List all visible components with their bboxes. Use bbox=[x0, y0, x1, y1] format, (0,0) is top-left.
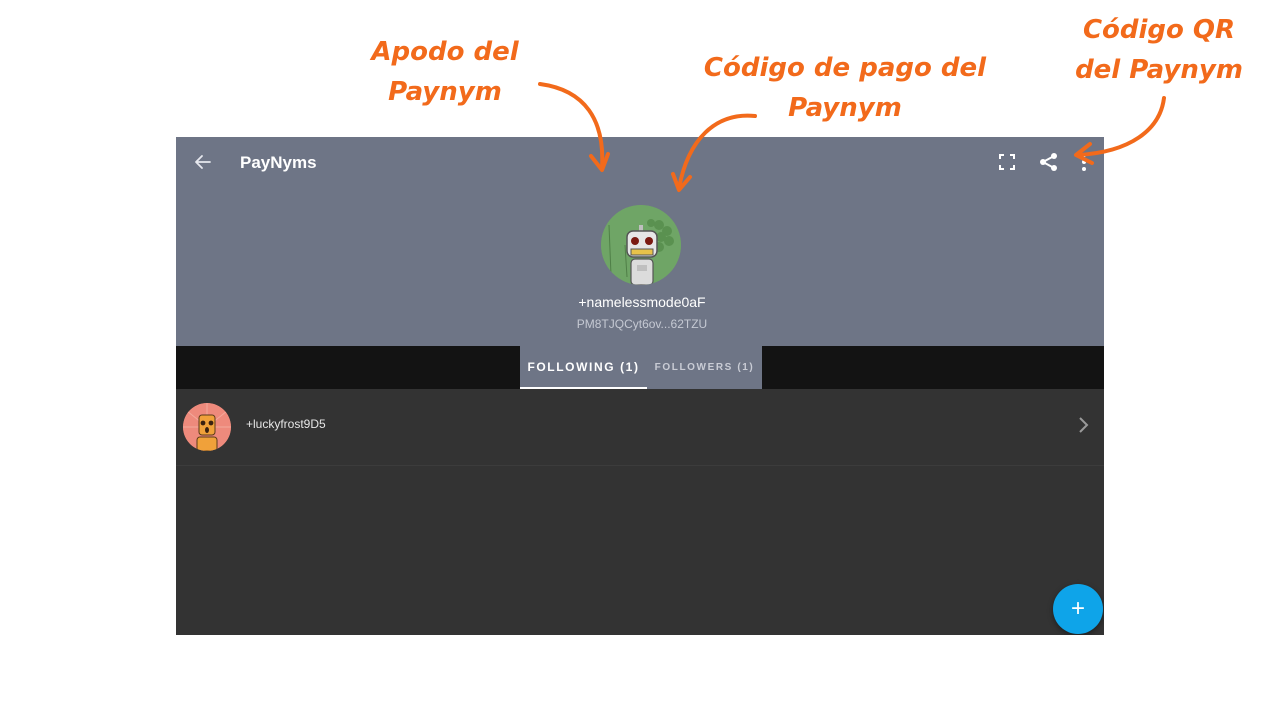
qr-annotation-line1: Código QR bbox=[1082, 15, 1236, 45]
payment-code-annotation-line2: Paynym bbox=[788, 93, 902, 123]
share-icon bbox=[1040, 153, 1057, 171]
chevron-right-icon bbox=[1079, 417, 1089, 433]
more-vertical-icon bbox=[1082, 153, 1086, 171]
nickname-annotation-line1: Apodo del bbox=[371, 37, 519, 67]
following-nickname: +luckyfrost9D5 bbox=[246, 417, 326, 431]
tab-bar: FOLLOWING (1) FOLLOWERS (1) bbox=[176, 346, 1104, 389]
robot-avatar-icon bbox=[183, 403, 231, 451]
list-item[interactable]: +luckyfrost9D5 bbox=[176, 389, 1104, 466]
add-paynym-button[interactable]: + bbox=[1053, 584, 1103, 634]
share-button[interactable] bbox=[1036, 149, 1062, 175]
nickname-annotation-line2: Paynym bbox=[388, 77, 502, 107]
payment-code-annotation: Código de pago del Paynym bbox=[700, 48, 990, 128]
back-button[interactable] bbox=[190, 149, 216, 175]
expand-icon bbox=[999, 154, 1015, 170]
tab-followers[interactable]: FOLLOWERS (1) bbox=[647, 346, 762, 389]
qr-annotation-line2: del Paynym bbox=[1075, 55, 1243, 85]
paynym-avatar bbox=[601, 205, 681, 285]
back-arrow-icon bbox=[195, 155, 211, 169]
nickname-annotation: Apodo del Paynym bbox=[340, 32, 550, 112]
payment-code-annotation-line1: Código de pago del bbox=[703, 53, 987, 83]
paynym-nickname: +namelessmode0aF bbox=[578, 294, 706, 310]
tab-following[interactable]: FOLLOWING (1) bbox=[520, 346, 647, 389]
following-avatar bbox=[183, 403, 231, 451]
qr-code-annotation: Código QR del Paynym bbox=[1070, 10, 1248, 90]
tabs-container: FOLLOWING (1) FOLLOWERS (1) bbox=[520, 346, 762, 389]
profile-header: PayNyms +namelessmode0aF PM8TJQCyt6ov...… bbox=[176, 137, 1104, 346]
page-title: PayNyms bbox=[240, 153, 317, 172]
robot-avatar-icon bbox=[601, 205, 681, 285]
expand-button[interactable] bbox=[994, 149, 1020, 175]
paynyms-window: PayNyms +namelessmode0aF PM8TJQCyt6ov...… bbox=[176, 137, 1104, 635]
more-options-button[interactable] bbox=[1074, 149, 1094, 175]
paynym-payment-code[interactable]: PM8TJQCyt6ov...62TZU bbox=[176, 317, 1104, 331]
